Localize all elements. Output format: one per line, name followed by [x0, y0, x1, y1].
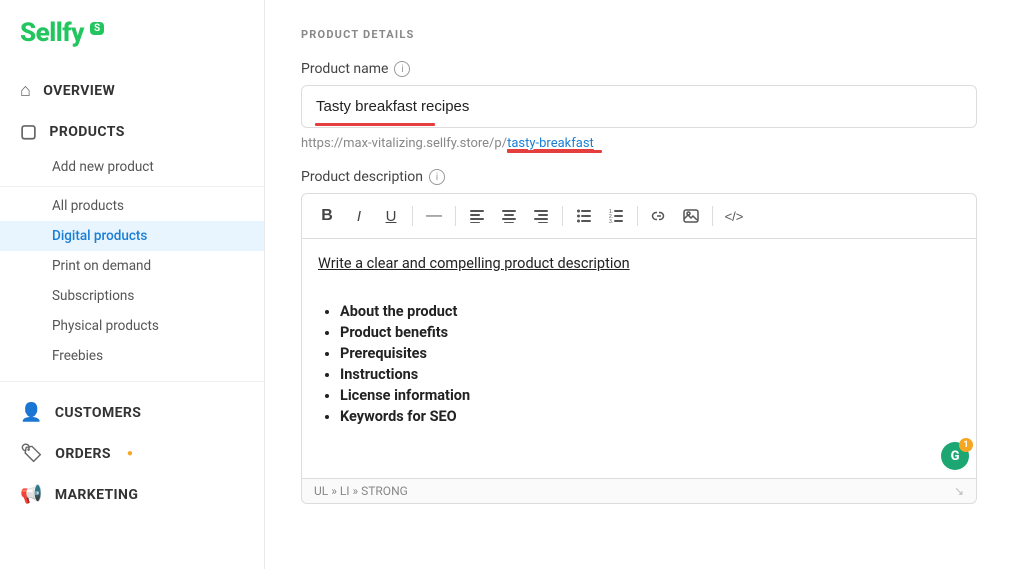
orders-badge: ●	[127, 448, 133, 459]
products-icon: ▢	[20, 121, 37, 142]
sidebar-item-add-new-product[interactable]: Add new product	[0, 152, 264, 182]
subscriptions-label: Subscriptions	[52, 288, 134, 304]
grammarly-badge[interactable]: G 1	[941, 442, 969, 470]
editor-toolbar: B I U — 1.2.3.	[301, 193, 977, 238]
toolbar-sep-4	[637, 206, 638, 226]
toolbar-sep-1	[412, 206, 413, 226]
main-content: PRODUCT DETAILS Product name i https://m…	[265, 0, 1013, 569]
marketing-label: MARKETING	[55, 487, 138, 503]
add-new-product-label: Add new product	[52, 159, 154, 175]
product-name-info-icon[interactable]: i	[394, 61, 410, 77]
product-name-input[interactable]	[301, 85, 977, 128]
sidebar-item-overview[interactable]: ⌂ OVERVIEW	[0, 70, 264, 111]
sidebar-item-digital-products[interactable]: Digital products	[0, 221, 264, 251]
logo-area: Sellfy S	[0, 0, 264, 64]
ordered-list-button[interactable]: 1.2.3.	[601, 202, 631, 230]
hr-button[interactable]: —	[419, 202, 449, 230]
logo-badge: S	[90, 22, 104, 35]
url-slug-wrapper: tasty-breakfast	[507, 136, 594, 151]
section-title: PRODUCT DETAILS	[301, 28, 977, 41]
editor-statusbar: UL » LI » STRONG ↘	[301, 478, 977, 504]
list-item: Instructions	[340, 366, 960, 383]
list-item: Prerequisites	[340, 345, 960, 362]
toolbar-sep-3	[562, 206, 563, 226]
grammarly-count: 1	[959, 438, 973, 452]
italic-button[interactable]: I	[344, 202, 374, 230]
grammarly-icon: G	[951, 449, 960, 464]
list-item: Keywords for SEO	[340, 408, 960, 425]
sidebar: Sellfy S ⌂ OVERVIEW ▢ PRODUCTS Add new p…	[0, 0, 265, 569]
nav-divider	[0, 186, 264, 187]
code-button[interactable]: </>	[719, 202, 749, 230]
logo-text[interactable]: Sellfy	[20, 18, 84, 48]
bottom-nav: 👤 CUSTOMERS 🏷 ORDERS ● 📢 MARKETING	[0, 386, 264, 521]
digital-products-label: Digital products	[52, 228, 147, 244]
url-prefix: https://max-vitalizing.sellfy.store/p/	[301, 136, 507, 151]
customers-label: CUSTOMERS	[55, 405, 141, 421]
sidebar-item-print-on-demand[interactable]: Print on demand	[0, 251, 264, 281]
editor-wrapper: B I U — 1.2.3.	[301, 193, 977, 504]
marketing-icon: 📢	[20, 484, 43, 505]
orders-icon: 🏷	[20, 443, 43, 464]
list-item: Product benefits	[340, 324, 960, 341]
sidebar-item-marketing[interactable]: 📢 MARKETING	[0, 474, 264, 515]
align-right-button[interactable]	[526, 202, 556, 230]
url-preview: https://max-vitalizing.sellfy.store/p/ta…	[301, 136, 977, 151]
print-on-demand-label: Print on demand	[52, 258, 151, 274]
all-products-label: All products	[52, 198, 124, 214]
unordered-list-button[interactable]	[569, 202, 599, 230]
url-squiggle	[507, 150, 602, 153]
sidebar-item-orders[interactable]: 🏷 ORDERS ●	[0, 433, 264, 474]
sidebar-item-all-products[interactable]: All products	[0, 191, 264, 221]
sidebar-item-freebies[interactable]: Freebies	[0, 341, 264, 371]
bold-button[interactable]: B	[312, 202, 342, 230]
align-center-button[interactable]	[494, 202, 524, 230]
toolbar-sep-5	[712, 206, 713, 226]
image-button[interactable]	[676, 202, 706, 230]
link-button[interactable]	[644, 202, 674, 230]
sidebar-item-subscriptions[interactable]: Subscriptions	[0, 281, 264, 311]
underline-button[interactable]: U	[376, 202, 406, 230]
sidebar-item-overview-label: OVERVIEW	[43, 83, 115, 99]
product-description-info-icon[interactable]: i	[429, 169, 445, 185]
sidebar-item-customers[interactable]: 👤 CUSTOMERS	[0, 392, 264, 433]
physical-products-label: Physical products	[52, 318, 159, 334]
product-name-label: Product name i	[301, 61, 977, 77]
sidebar-item-products-label: PRODUCTS	[49, 124, 124, 140]
nav-divider-2	[0, 381, 264, 382]
url-slug[interactable]: tasty-breakfast	[507, 136, 594, 151]
list-item: About the product	[340, 303, 960, 320]
toolbar-sep-2	[455, 206, 456, 226]
align-left-button[interactable]	[462, 202, 492, 230]
main-nav: ⌂ OVERVIEW ▢ PRODUCTS Add new product Al…	[0, 64, 264, 377]
freebies-label: Freebies	[52, 348, 103, 364]
home-icon: ⌂	[20, 80, 31, 101]
product-name-wrapper	[301, 85, 977, 132]
customers-icon: 👤	[20, 402, 43, 423]
editor-area[interactable]: Write a clear and compelling product des…	[301, 238, 977, 478]
orders-label: ORDERS	[55, 446, 111, 462]
resize-handle[interactable]: ↘	[954, 484, 964, 498]
sidebar-item-physical-products[interactable]: Physical products	[0, 311, 264, 341]
sidebar-item-products[interactable]: ▢ PRODUCTS	[0, 111, 264, 152]
statusbar-text: UL » LI » STRONG	[314, 484, 408, 498]
product-description-label: Product description i	[301, 169, 977, 185]
editor-list: About the product Product benefits Prere…	[318, 303, 960, 425]
editor-placeholder: Write a clear and compelling product des…	[318, 255, 960, 272]
spell-check-underline	[315, 123, 435, 126]
list-item: License information	[340, 387, 960, 404]
svg-text:3.: 3.	[609, 219, 613, 223]
